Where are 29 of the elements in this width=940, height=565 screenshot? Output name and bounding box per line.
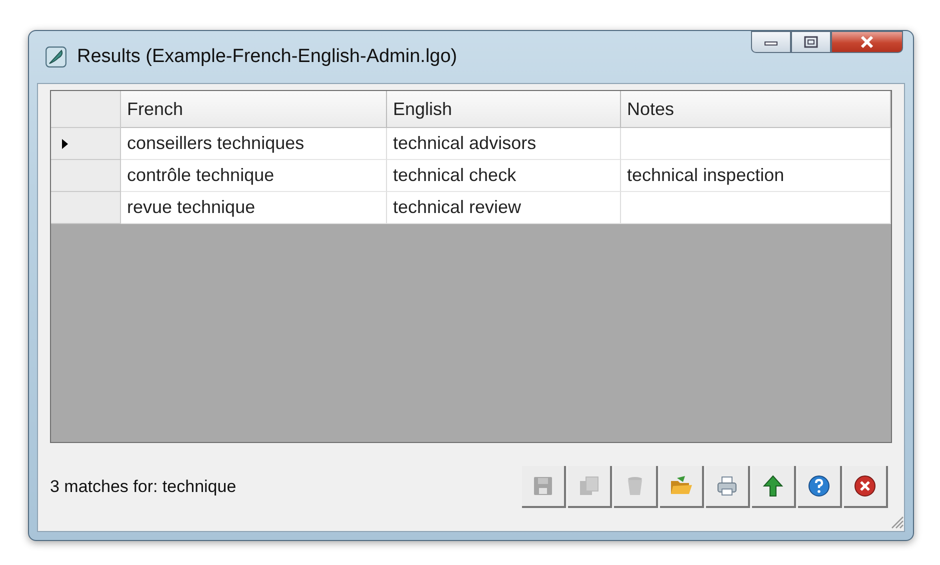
table-cell: technical inspection [621, 160, 891, 192]
table-cell: technical review [387, 192, 621, 224]
close-icon [859, 35, 875, 49]
column-header[interactable]: Notes [621, 91, 891, 128]
close-button[interactable] [831, 31, 903, 53]
printer-icon [715, 474, 739, 498]
table-cell: revue technique [121, 192, 387, 224]
table-cell: technical check [387, 160, 621, 192]
table-cell: contrôle technique [121, 160, 387, 192]
corner-header [51, 91, 121, 128]
up-button[interactable] [752, 466, 796, 508]
up-arrow-icon [761, 474, 785, 498]
open-button[interactable] [660, 466, 704, 508]
window-title: Results (Example-French-English-Admin.lgo) [77, 46, 458, 68]
maximize-icon [804, 36, 818, 48]
maximize-button[interactable] [791, 31, 831, 53]
copy-icon [577, 474, 601, 498]
minimize-button[interactable] [751, 31, 791, 53]
column-header[interactable]: French [121, 91, 387, 128]
help-button[interactable] [798, 466, 842, 508]
status-text: 3 matches for: technique [50, 477, 238, 497]
help-icon [807, 474, 831, 498]
close-icon [853, 474, 877, 498]
feather-icon [45, 46, 67, 68]
table-cell: technical advisors [387, 128, 621, 160]
close-button[interactable] [844, 466, 888, 508]
print-button[interactable] [706, 466, 750, 508]
column-header[interactable]: English [387, 91, 621, 128]
table-cell: conseillers techniques [121, 128, 387, 160]
